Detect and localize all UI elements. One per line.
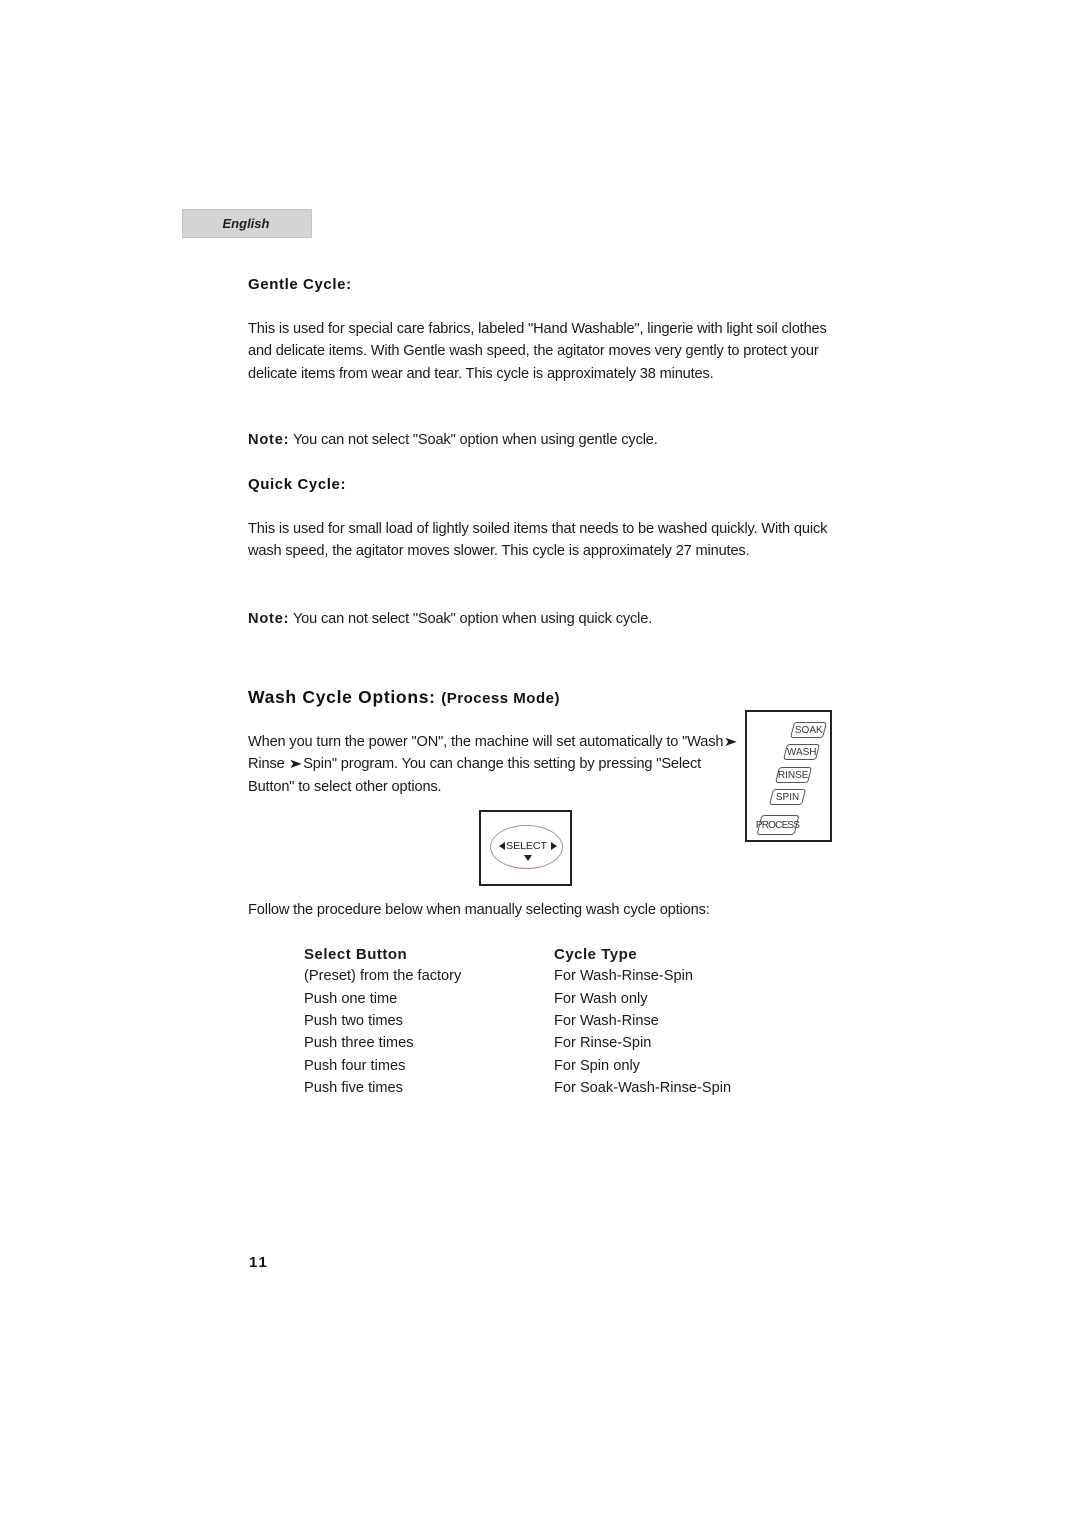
process-panel-illustration: SOAK WASH RINSE SPIN PROCESS [745,710,832,842]
column-header-select-button: Select Button [304,945,408,963]
process-button: PROCESS [756,815,800,835]
page-number: 11 [249,1254,269,1271]
select-button-cell: Push three times [304,1035,414,1052]
select-button-cell: (Preset) from the factory [304,968,462,985]
quick-cycle-heading: Quick Cycle: [248,476,347,493]
quick-cycle-description: This is used for small load of lightly s… [248,521,828,560]
heading-main: Wash Cycle Options: [248,687,442,707]
table-row: Push five times For Soak-Wash-Rinse-Spin [304,1077,814,1099]
select-oval: SELECT [490,825,563,869]
gentle-cycle-heading: Gentle Cycle: [248,276,352,293]
note-label: Note: [248,611,290,627]
arrow-right-icon [551,842,557,850]
table-row: Push four times For Spin only [304,1054,814,1076]
table-row: Push three times For Rinse-Spin [304,1032,814,1054]
wash-options-description: When you turn the power "ON", the machin… [248,731,743,798]
quick-cycle-note: Note: You can not select "Soak" option w… [248,608,652,630]
note-text: You can not select "Soak" option when us… [289,432,658,448]
cycle-type-cell: For Spin only [554,1057,640,1074]
wash-indicator: WASH [783,744,820,760]
language-tab: English [182,209,312,238]
text-part: Rinse [248,756,285,773]
cycle-type-cell: For Wash-Rinse [554,1013,659,1030]
rinse-indicator: RINSE [775,767,812,783]
text-part: Spin" program. You can change this setti… [248,756,701,795]
select-button-cell: Push four times [304,1057,406,1074]
table-header: Select Button Cycle Type [304,943,814,965]
select-button-cell: Push five times [304,1079,403,1096]
spin-indicator: SPIN [769,789,806,805]
arrow-down-icon [524,855,532,861]
select-button-cell: Push one time [304,990,398,1007]
soak-indicator: SOAK [790,722,827,738]
text-part: When you turn the power "ON", the machin… [248,734,724,750]
wash-cycle-options-heading: Wash Cycle Options: (Process Mode) [248,687,560,708]
cycle-type-cell: For Wash only [554,990,648,1007]
gentle-cycle-description: This is used for special care fabrics, l… [248,321,827,382]
arrow-right-icon: ➤ [288,756,303,772]
table-row: Push two times For Wash-Rinse [304,1010,814,1032]
heading-paren: (Process Mode) [441,690,560,707]
cycle-type-cell: For Wash-Rinse-Spin [554,968,693,985]
select-button-cell: Push two times [304,1013,403,1030]
cycle-type-cell: For Soak-Wash-Rinse-Spin [554,1079,732,1096]
arrow-right-icon: ➤ [723,734,738,749]
note-text: You can not select "Soak" option when us… [289,611,653,627]
cycle-type-cell: For Rinse-Spin [554,1035,652,1052]
table-row: (Preset) from the factory For Wash-Rinse… [304,965,814,987]
select-button-table: Select Button Cycle Type (Preset) from t… [304,943,814,1099]
select-button-illustration: SELECT [479,810,572,886]
column-header-cycle-type: Cycle Type [554,945,638,963]
procedure-intro: Follow the procedure below when manually… [248,902,710,918]
table-row: Push one time For Wash only [304,988,814,1010]
note-label: Note: [248,432,290,448]
gentle-cycle-note: Note: You can not select "Soak" option w… [248,429,658,451]
